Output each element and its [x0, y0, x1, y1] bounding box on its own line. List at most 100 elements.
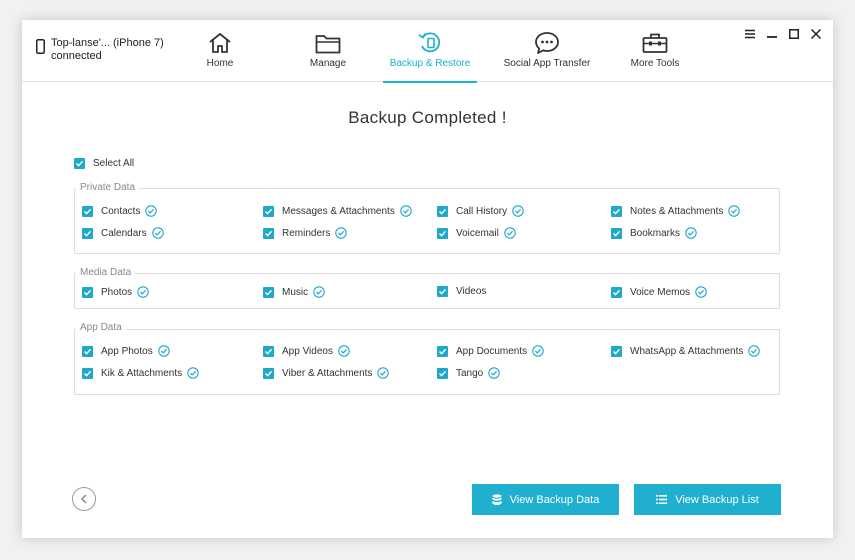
nav-social-app-transfer[interactable]: Social App Transfer	[503, 20, 591, 82]
nav-more-tools[interactable]: More Tools	[628, 20, 682, 82]
view-backup-list-button[interactable]: View Backup List	[634, 484, 781, 515]
check-circle-icon	[685, 227, 697, 239]
checkbox-checked-icon	[437, 345, 448, 357]
item-checkbox[interactable]: Voice Memos	[611, 286, 707, 298]
chevron-left-icon	[80, 494, 87, 504]
item-checkbox[interactable]: Photos	[82, 286, 149, 298]
item-checkbox[interactable]: Messages & Attachments	[263, 205, 412, 217]
item-label: Bookmarks	[630, 227, 681, 239]
app-data-group	[74, 329, 780, 395]
chat-bubble-icon	[535, 32, 559, 54]
top-navigation-bar: Top-lanse'... (iPhone 7) connected Home …	[22, 20, 833, 83]
maximize-icon	[789, 29, 799, 39]
window-controls	[739, 26, 827, 42]
app-window: Top-lanse'... (iPhone 7) connected Home …	[22, 20, 833, 538]
checkbox-checked-icon	[263, 286, 274, 298]
checkbox-checked-icon	[437, 205, 448, 217]
app-data-title: App Data	[76, 322, 126, 333]
nav-manage[interactable]: Manage	[304, 20, 352, 82]
view-backup-list-label: View Backup List	[675, 493, 759, 506]
item-checkbox[interactable]: Viber & Attachments	[263, 367, 390, 379]
nav-social-app-transfer-label: Social App Transfer	[503, 58, 591, 69]
item-label: Viber & Attachments	[282, 367, 373, 379]
item-checkbox[interactable]: Calendars	[82, 227, 164, 239]
check-circle-icon	[748, 345, 761, 357]
back-button[interactable]	[72, 487, 96, 511]
list-icon	[656, 495, 668, 504]
check-circle-icon	[532, 345, 544, 357]
toolbox-icon	[642, 33, 668, 53]
check-circle-icon	[504, 227, 516, 239]
maximize-button[interactable]	[783, 26, 805, 42]
item-label: Kik & Attachments	[101, 367, 183, 379]
item-checkbox[interactable]: Reminders	[263, 227, 348, 239]
check-circle-icon	[145, 205, 158, 217]
item-label: Voice Memos	[630, 286, 691, 298]
check-circle-icon	[377, 367, 390, 379]
home-icon	[209, 33, 231, 53]
item-checkbox[interactable]: App Videos	[263, 345, 350, 357]
item-label: Music	[282, 286, 309, 298]
item-checkbox[interactable]: WhatsApp & Attachments	[611, 345, 761, 357]
nav-backup-restore-label: Backup & Restore	[389, 58, 471, 69]
check-circle-icon	[488, 367, 500, 379]
item-checkbox[interactable]: Bookmarks	[611, 227, 697, 239]
item-checkbox[interactable]: App Documents	[437, 345, 544, 357]
device-status: connected	[51, 50, 102, 62]
view-backup-data-button[interactable]: View Backup Data	[472, 484, 619, 515]
item-checkbox[interactable]: Tango	[437, 367, 500, 379]
check-circle-icon	[137, 286, 149, 298]
checkbox-checked-icon	[611, 227, 622, 239]
checkbox-checked-icon	[437, 227, 448, 239]
check-circle-icon	[157, 345, 170, 357]
item-checkbox[interactable]: Voicemail	[437, 227, 516, 239]
item-checkbox[interactable]: Music	[263, 286, 325, 298]
backup-restore-icon	[418, 32, 441, 53]
device-name: Top-lanse'... (iPhone 7)	[51, 37, 164, 49]
database-icon	[492, 493, 502, 505]
item-checkbox[interactable]: Contacts	[82, 205, 158, 217]
check-circle-icon	[313, 286, 325, 298]
item-checkbox[interactable]: Kik & Attachments	[82, 367, 199, 379]
item-checkbox[interactable]: Videos	[437, 286, 486, 297]
nav-backup-restore[interactable]: Backup & Restore	[383, 20, 477, 83]
checkbox-checked-icon	[82, 205, 93, 217]
item-label: App Documents	[456, 345, 528, 357]
check-circle-icon	[695, 286, 707, 298]
view-backup-data-label: View Backup Data	[509, 493, 600, 506]
folder-icon	[315, 34, 341, 53]
nav-home-label: Home	[206, 58, 234, 69]
item-label: Tango	[456, 367, 484, 379]
check-circle-icon	[728, 205, 741, 217]
checkbox-checked-icon	[611, 286, 622, 298]
check-circle-icon	[512, 205, 524, 217]
close-button[interactable]	[805, 26, 827, 42]
check-circle-icon	[400, 205, 412, 217]
checkbox-checked-icon	[437, 286, 448, 297]
item-label: Messages & Attachments	[282, 205, 395, 217]
check-circle-icon	[187, 367, 199, 379]
checkbox-checked-icon	[263, 205, 274, 217]
checkbox-checked-icon	[82, 227, 93, 239]
nav-home[interactable]: Home	[200, 20, 240, 82]
checkbox-checked-icon	[611, 205, 622, 217]
checkbox-checked-icon	[437, 367, 448, 379]
select-all-checkbox[interactable]: Select All	[74, 158, 134, 169]
private-data-title: Private Data	[76, 182, 140, 193]
checkbox-checked-icon	[82, 345, 93, 357]
page-title: Backup Completed !	[348, 108, 507, 127]
minimize-button[interactable]	[761, 26, 783, 42]
item-label: Contacts	[101, 205, 141, 217]
checkbox-checked-icon	[611, 345, 622, 357]
item-label: Call History	[456, 205, 508, 217]
item-label: Videos	[456, 286, 487, 297]
item-checkbox[interactable]: Call History	[437, 205, 524, 217]
checkbox-checked-icon	[82, 367, 93, 379]
menu-button[interactable]	[739, 26, 761, 42]
item-checkbox[interactable]: App Photos	[82, 345, 170, 357]
menu-icon	[745, 29, 755, 39]
item-label: Reminders	[282, 227, 331, 239]
checkbox-checked-icon	[263, 367, 274, 379]
check-circle-icon	[338, 345, 350, 357]
item-checkbox[interactable]: Notes & Attachments	[611, 205, 741, 217]
